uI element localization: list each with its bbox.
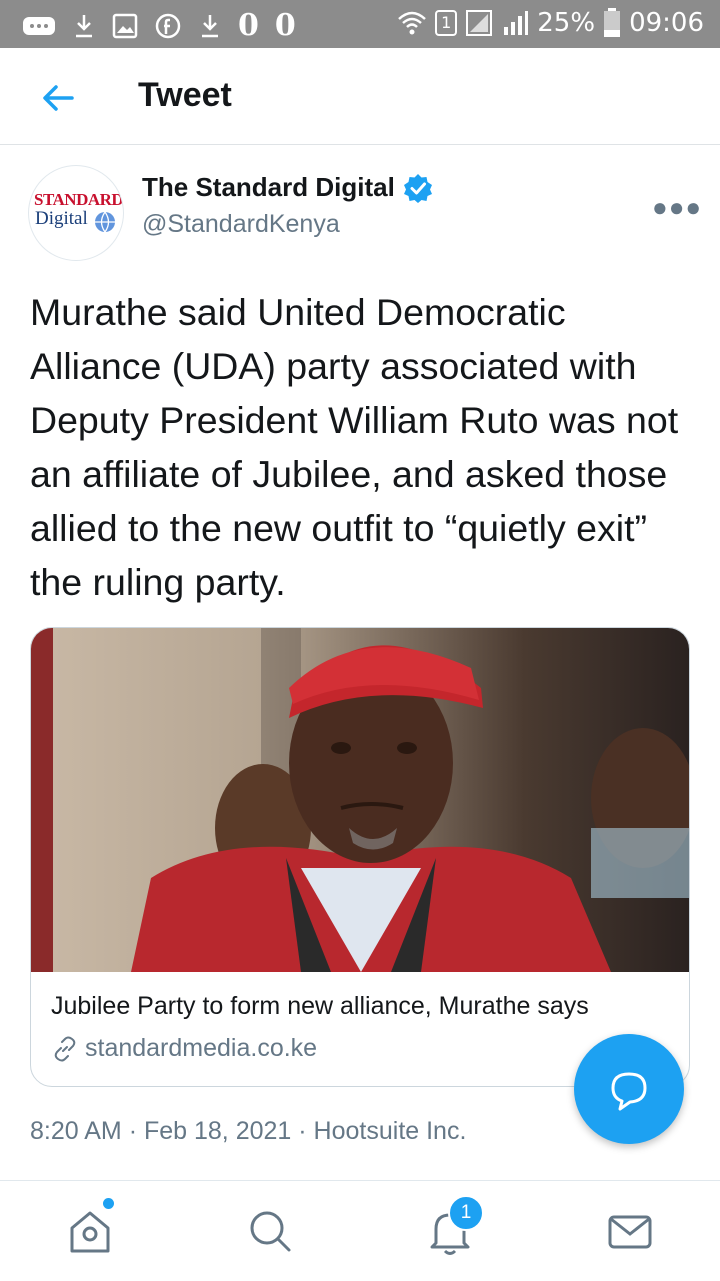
reply-fab-button[interactable] <box>574 1034 684 1144</box>
verified-badge-icon <box>403 173 432 203</box>
back-arrow-icon[interactable] <box>38 78 78 118</box>
home-icon[interactable] <box>62 1203 118 1259</box>
tweet-date: Feb 18, 2021 <box>143 1117 292 1145</box>
meta-separator: · <box>128 1117 144 1145</box>
author-handle[interactable]: @StandardKenya <box>142 210 340 239</box>
signal-bars-icon <box>504 11 529 35</box>
page-title: Tweet <box>138 76 232 114</box>
gallery-icon <box>112 13 138 38</box>
download-icon <box>76 14 92 37</box>
status-o-mark: 0 <box>274 8 296 43</box>
avatar-brand-line1: STANDARD <box>34 190 124 209</box>
card-image <box>31 628 689 972</box>
facebook-icon <box>155 13 181 38</box>
tweet-source[interactable]: Hootsuite Inc. <box>314 1117 467 1145</box>
more-options-icon[interactable]: ●●● <box>652 192 702 223</box>
globe-logo-icon <box>95 211 115 233</box>
signal-icon <box>466 10 493 36</box>
tweet-meta: 8:20 AM · Feb 18, 2021 · Hootsuite Inc. <box>30 1117 466 1146</box>
messages-icon[interactable] <box>602 1203 658 1259</box>
link-card[interactable]: Jubilee Party to form new alliance, Mura… <box>30 627 690 1087</box>
meta-separator: · <box>298 1117 314 1145</box>
author-name-row[interactable]: The Standard Digital <box>142 172 433 203</box>
search-icon[interactable] <box>242 1203 298 1259</box>
card-title[interactable]: Jubilee Party to form new alliance, Mura… <box>51 992 589 1021</box>
status-bar: 0 0 1 25% 09:06 <box>0 0 720 48</box>
battery-icon <box>604 8 621 37</box>
download-icon <box>202 14 218 37</box>
home-unread-dot <box>103 1198 114 1209</box>
status-system-icons: 1 25% 09:06 <box>397 8 704 38</box>
status-o-mark: 0 <box>238 8 259 43</box>
link-icon <box>54 1036 76 1061</box>
status-time: 09:06 <box>629 8 704 38</box>
tweet-time: 8:20 AM <box>30 1117 122 1145</box>
card-domain-row[interactable]: standardmedia.co.ke <box>51 1034 317 1063</box>
avatar-brand-line2: Digital <box>35 208 88 229</box>
notifications-badge: 1 <box>448 1195 484 1231</box>
wifi-icon <box>398 11 426 35</box>
sim-indicator: 1 <box>435 10 458 36</box>
top-app-bar: Tweet <box>0 48 720 145</box>
tweet-text: Murathe said United Democratic Alliance … <box>30 291 679 603</box>
chat-bubble-icon <box>611 1072 647 1111</box>
bottom-nav: 1 <box>0 1180 720 1281</box>
more-icon <box>23 16 55 35</box>
status-notification-icons: 0 0 <box>22 8 296 43</box>
card-domain: standardmedia.co.ke <box>85 1034 318 1062</box>
author-name[interactable]: The Standard Digital <box>142 172 395 203</box>
avatar[interactable]: STANDARD Digital <box>28 165 124 261</box>
battery-percent: 25% <box>537 8 596 38</box>
